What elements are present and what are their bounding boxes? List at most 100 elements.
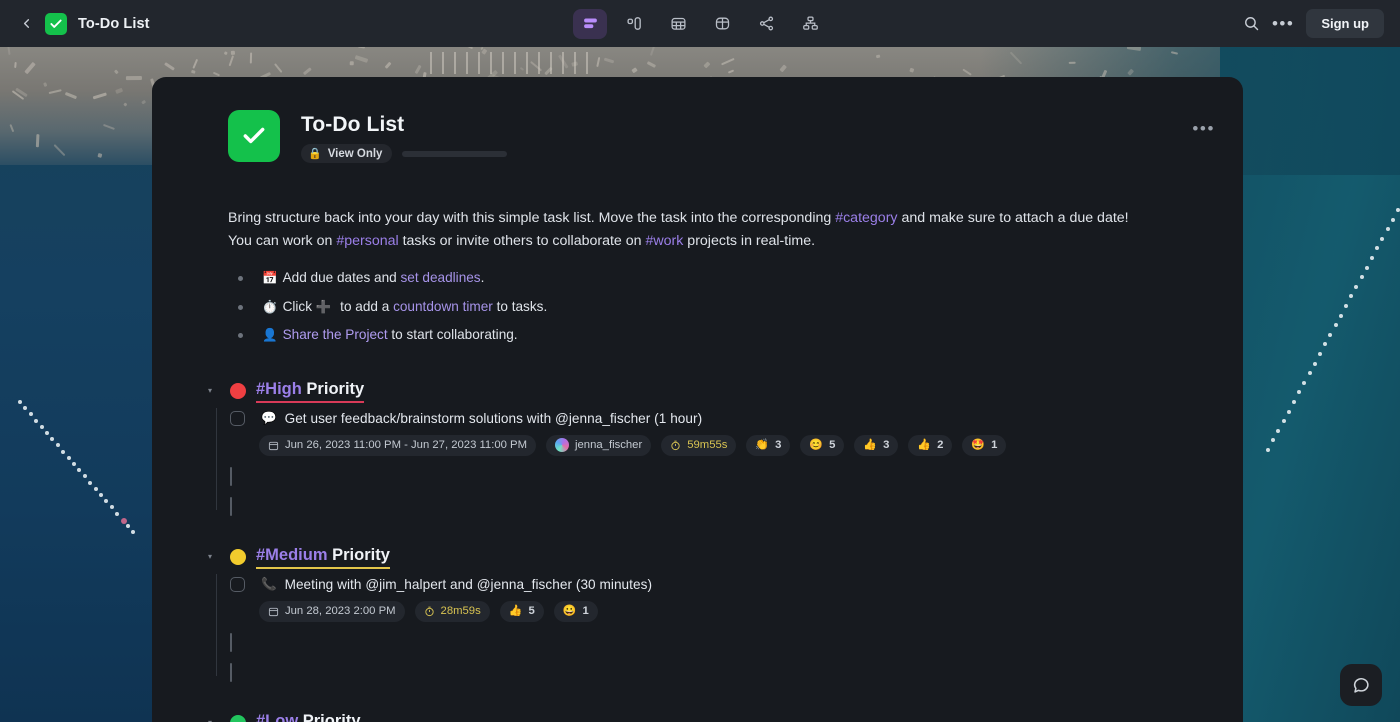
task-due-date-chip[interactable]: Jun 28, 2023 2:00 PM — [259, 600, 405, 622]
person-emoji-icon: 👤 — [262, 328, 278, 342]
task-countdown-label: 59m55s — [687, 439, 728, 451]
section-title-text: Priority — [327, 545, 390, 564]
topbar-document-title: To-Do List — [78, 15, 150, 32]
reaction-chip[interactable]: 😊 5 — [800, 434, 845, 456]
reaction-emoji-icon: 🤩 — [971, 438, 986, 451]
task-checkbox[interactable] — [230, 496, 232, 516]
tag-category[interactable]: #category — [835, 210, 897, 226]
tag-work[interactable]: #work — [646, 233, 684, 249]
plus-icon[interactable]: ➕ — [316, 300, 332, 314]
priority-color-dot — [230, 715, 246, 722]
set-deadlines-link[interactable]: set deadlines — [401, 270, 481, 285]
tag-personal[interactable]: #personal — [336, 233, 398, 249]
feature-bullet-list: 📅 Add due dates and set deadlines. ⏱️ Clic… — [228, 264, 1243, 350]
section-title[interactable]: #Low Priority — [256, 712, 361, 722]
calendar-icon — [268, 607, 279, 616]
task-metadata-row: Jun 28, 2023 2:00 PM 28m59s 👍 5 😀 1 — [259, 600, 1243, 622]
task-countdown-chip[interactable]: 28m59s — [414, 600, 490, 622]
calendar-emoji-icon: 📅 — [262, 271, 278, 285]
calendar-view-icon[interactable] — [661, 9, 695, 39]
intro-paragraph: Bring structure back into your day with … — [228, 207, 1168, 253]
priority-section: ▾#Low Priority — [152, 712, 1243, 722]
view-only-label: View Only — [327, 147, 383, 160]
task-due-date-chip[interactable]: Jun 26, 2023 11:00 PM - Jun 27, 2023 11:… — [259, 434, 537, 456]
section-title[interactable]: #Medium Priority — [256, 546, 390, 569]
intro-line2-b: tasks or invite others to collaborate on — [398, 233, 646, 249]
empty-task-row[interactable] — [202, 632, 1243, 652]
list-view-icon[interactable] — [573, 8, 607, 39]
chevron-down-icon[interactable]: ▾ — [208, 387, 222, 395]
topbar-more-icon[interactable]: ••• — [1272, 15, 1294, 32]
share-project-link[interactable]: Share the Project — [283, 327, 388, 342]
back-icon[interactable] — [18, 16, 34, 32]
section-header: ▾ #High Priority — [202, 380, 1243, 403]
search-icon[interactable] — [1243, 15, 1260, 32]
board-view-icon[interactable] — [617, 9, 651, 39]
chat-bubble-icon[interactable] — [1340, 664, 1382, 706]
intro-line1-b: and make sure to attach a due date! — [897, 210, 1129, 226]
task-checkbox[interactable] — [230, 466, 232, 486]
list-item: 👤 Share the Project to start collaboratin… — [228, 321, 1243, 350]
share-nodes-icon[interactable] — [749, 9, 783, 39]
section-header: ▾#Low Priority — [202, 712, 1243, 722]
signup-button[interactable]: Sign up — [1306, 9, 1384, 38]
empty-task-row[interactable] — [202, 496, 1243, 516]
reaction-chip[interactable]: 👍 3 — [854, 434, 899, 456]
chevron-down-icon[interactable]: ▾ — [208, 553, 222, 561]
reaction-count: 5 — [528, 605, 535, 617]
task-row: 💬 Get user feedback/brainstorm solutions … — [230, 410, 1243, 426]
topbar-right-group: ••• Sign up — [1243, 9, 1384, 38]
empty-task-row[interactable] — [202, 466, 1243, 486]
task-assignee-chip[interactable]: jenna_fischer — [546, 434, 652, 456]
countdown-timer-link[interactable]: countdown timer — [393, 299, 493, 314]
document-card: ••• To-Do List 🔒 View Only Bring structu… — [152, 77, 1243, 722]
task-countdown-label: 28m59s — [440, 605, 481, 617]
task-due-date-label: Jun 28, 2023 2:00 PM — [285, 605, 396, 617]
reaction-count: 3 — [883, 439, 890, 451]
bullet-0-post: . — [480, 270, 485, 285]
priority-sections: ▾ #High Priority 💬 Get user feedback/brains… — [152, 380, 1243, 722]
reaction-chip[interactable]: 👍 2 — [908, 434, 953, 456]
task-assignee-label: jenna_fischer — [575, 439, 643, 451]
document-more-icon[interactable]: ••• — [1192, 120, 1215, 137]
table-view-icon[interactable] — [705, 9, 739, 39]
section-hashtag: #Medium — [256, 545, 328, 564]
task-title[interactable]: Get user feedback/brainstorm solutions w… — [285, 411, 703, 426]
calendar-icon — [268, 441, 279, 450]
org-chart-icon[interactable] — [793, 9, 827, 39]
bullet-1-pre: Click — [282, 298, 316, 314]
bullet-2-post: to start collaborating. — [387, 327, 518, 342]
reaction-chip[interactable]: 👏 3 — [746, 434, 791, 456]
task-due-date-label: Jun 26, 2023 11:00 PM - Jun 27, 2023 11:… — [285, 439, 528, 451]
empty-task-row[interactable] — [202, 662, 1243, 682]
reaction-chip[interactable]: 🤩 1 — [962, 434, 1007, 456]
task-title[interactable]: Meeting with @jim_halpert and @jenna_fis… — [285, 577, 652, 592]
section-title-text: Priority — [298, 711, 361, 722]
task-checkbox[interactable] — [230, 662, 232, 682]
reaction-count: 1 — [582, 605, 589, 617]
task-checkbox[interactable] — [230, 576, 245, 592]
reaction-chip[interactable]: 😀 1 — [553, 600, 598, 622]
section-hashtag: #High — [256, 379, 302, 398]
avatar — [555, 438, 570, 452]
page-title: To-Do List — [301, 113, 405, 136]
timer-emoji-icon: ⏱️ — [262, 299, 278, 314]
intro-line2-a: You can work on — [228, 233, 337, 249]
reaction-count: 1 — [991, 439, 998, 451]
reaction-chip[interactable]: 👍 5 — [499, 600, 544, 622]
task-countdown-chip[interactable]: 59m55s — [661, 434, 737, 456]
document-icon[interactable] — [228, 110, 280, 162]
stopwatch-icon — [424, 606, 434, 616]
intro-line1-a: Bring structure back into your day with … — [228, 210, 836, 226]
task-checkbox[interactable] — [230, 632, 232, 652]
task-row: 📞 Meeting with @jim_halpert and @jenna_fi… — [230, 576, 1243, 592]
section-hashtag: #Low — [256, 711, 299, 722]
section-title[interactable]: #High Priority — [256, 379, 365, 403]
view-only-badge[interactable]: 🔒 View Only — [301, 144, 393, 163]
view-switcher — [573, 8, 827, 39]
bullet-1-mid: to add a — [336, 298, 394, 314]
priority-color-dot — [230, 549, 246, 565]
task-item: 📞 Meeting with @jim_halpert and @jenna_fi… — [202, 576, 1243, 622]
task-checkbox[interactable] — [230, 410, 245, 426]
task-emoji-icon: 📞 — [261, 576, 277, 591]
